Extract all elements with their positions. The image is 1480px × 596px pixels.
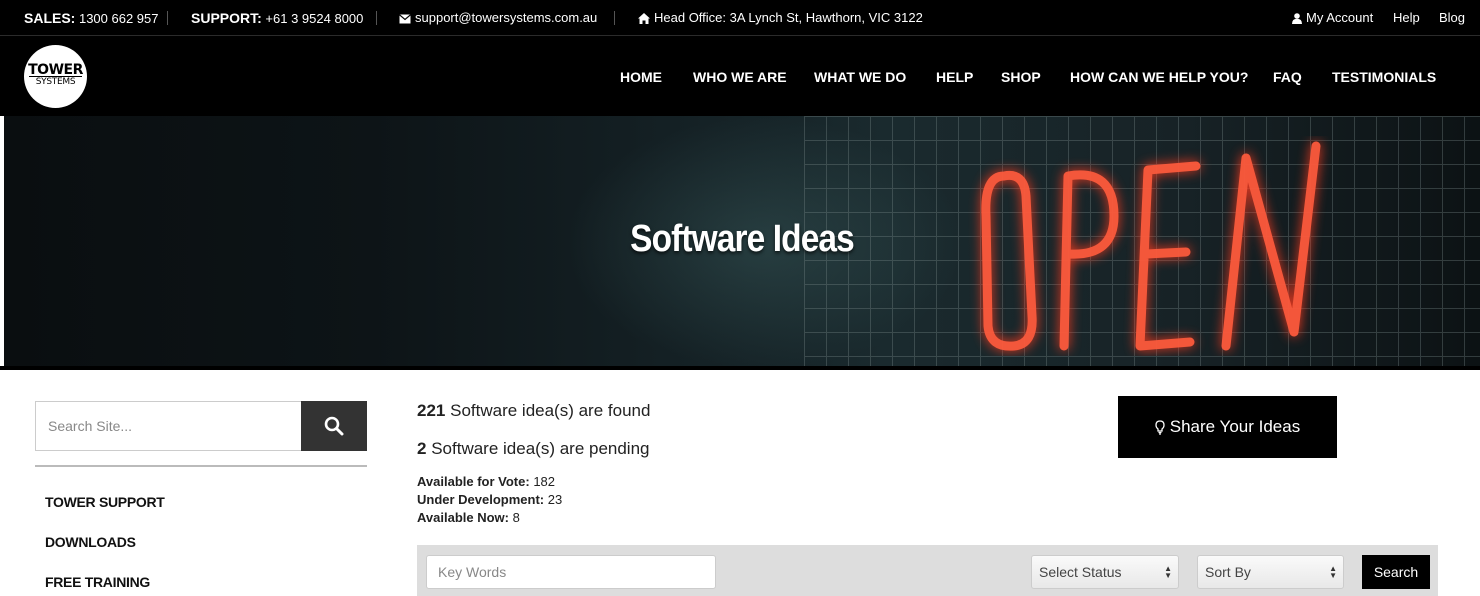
nav-what-we-do[interactable]: WHAT WE DO <box>814 68 906 86</box>
lightbulb-icon <box>1155 419 1165 435</box>
support-email-link[interactable]: support@towersystems.com.au <box>399 0 597 36</box>
stat-label: Available for Vote: <box>417 474 530 489</box>
nav-faq[interactable]: FAQ <box>1273 68 1302 86</box>
hero-banner: Software Ideas <box>4 116 1480 370</box>
top-bar: SALES: 1300 662 957 SUPPORT: +61 3 9524 … <box>0 0 1480 36</box>
nav-home[interactable]: HOME <box>620 68 662 86</box>
sort-select[interactable]: Sort By ▲ ▼ <box>1197 555 1344 589</box>
share-your-ideas-button[interactable]: Share Your Ideas <box>1118 396 1337 458</box>
keywords-input[interactable] <box>426 555 716 589</box>
divider <box>167 11 168 25</box>
site-search-button[interactable] <box>301 401 367 451</box>
logo-line2: SYSTEMS <box>35 77 76 87</box>
sidebar-item-tower-support[interactable]: TOWER SUPPORT <box>45 494 165 510</box>
filter-search-button[interactable]: Search <box>1362 555 1430 589</box>
help-link[interactable]: Help <box>1393 0 1420 36</box>
stat-value: 23 <box>547 492 563 507</box>
idea-filter-bar: Select Status ▲▼ Sort By ▲▼ Search <box>417 545 1438 596</box>
nav-who-we-are[interactable]: WHO WE ARE <box>693 68 787 86</box>
stat-label: Under Development: <box>417 492 545 507</box>
page-title: Software Ideas <box>630 218 855 260</box>
sidebar-item-downloads[interactable]: DOWNLOADS <box>45 534 136 550</box>
select-arrows-icon: ▲ ▼ <box>1329 564 1337 580</box>
nav-testimonials[interactable]: TESTIMONIALS <box>1332 68 1436 86</box>
status-select[interactable]: Select Status ▲ ▼ <box>1031 555 1179 589</box>
site-search-input[interactable] <box>36 402 301 450</box>
search-icon <box>324 416 344 436</box>
sort-select-value: Sort By <box>1205 564 1251 580</box>
support-contact[interactable]: SUPPORT: +61 3 9524 8000 <box>191 0 363 36</box>
stat-available-now: Available Now: 8 <box>417 510 520 525</box>
home-icon <box>638 13 650 24</box>
main-navbar: TOWER SYSTEMS HOME WHO WE ARE WHAT WE DO… <box>0 36 1480 116</box>
select-arrows-icon: ▲ ▼ <box>1164 564 1172 580</box>
nav-shop[interactable]: SHOP <box>1001 68 1041 86</box>
site-search <box>35 401 367 451</box>
tower-systems-logo[interactable]: TOWER SYSTEMS <box>24 45 87 108</box>
ideas-pending-count: 2 <box>417 439 427 458</box>
ideas-pending: 2 Software idea(s) are pending <box>417 439 650 459</box>
logo-line1: TOWER <box>28 62 83 78</box>
support-phone: +61 3 9524 8000 <box>265 11 364 26</box>
sidebar-divider <box>35 465 367 467</box>
hero-bottom-border <box>0 366 1480 370</box>
sales-phone: 1300 662 957 <box>78 11 159 26</box>
stat-available-for-vote: Available for Vote: 182 <box>417 474 555 489</box>
blog-link[interactable]: Blog <box>1439 0 1465 36</box>
ideas-found-count: 221 <box>417 401 446 420</box>
ideas-found: 221 Software idea(s) are found <box>417 401 650 421</box>
sidebar-item-free-training[interactable]: FREE TRAINING <box>45 574 150 590</box>
ideas-pending-text: Software idea(s) are pending <box>431 439 650 458</box>
nav-how-can-we-help[interactable]: HOW CAN WE HELP YOU? <box>1070 68 1248 86</box>
my-account-link[interactable]: My Account <box>1292 0 1373 36</box>
sales-label: SALES: <box>24 10 76 26</box>
stat-under-development: Under Development: 23 <box>417 492 562 507</box>
support-label: SUPPORT: <box>191 10 262 26</box>
divider <box>614 11 615 25</box>
envelope-icon <box>399 14 411 24</box>
my-account-label: My Account <box>1306 10 1374 25</box>
divider <box>376 11 377 25</box>
ideas-found-text: Software idea(s) are found <box>450 401 651 420</box>
nav-help[interactable]: HELP <box>936 68 973 86</box>
user-icon <box>1292 13 1302 24</box>
status-select-value: Select Status <box>1039 564 1122 580</box>
stat-label: Available Now: <box>417 510 509 525</box>
head-office: Head Office: 3A Lynch St, Hawthorn, VIC … <box>638 0 923 36</box>
support-email: support@towersystems.com.au <box>415 10 598 25</box>
stat-value: 182 <box>533 474 556 489</box>
stat-value: 8 <box>512 510 520 525</box>
sales-contact[interactable]: SALES: 1300 662 957 <box>24 0 159 36</box>
share-your-ideas-label: Share Your Ideas <box>1169 417 1301 436</box>
head-office-text: Head Office: 3A Lynch St, Hawthorn, VIC … <box>654 10 923 25</box>
